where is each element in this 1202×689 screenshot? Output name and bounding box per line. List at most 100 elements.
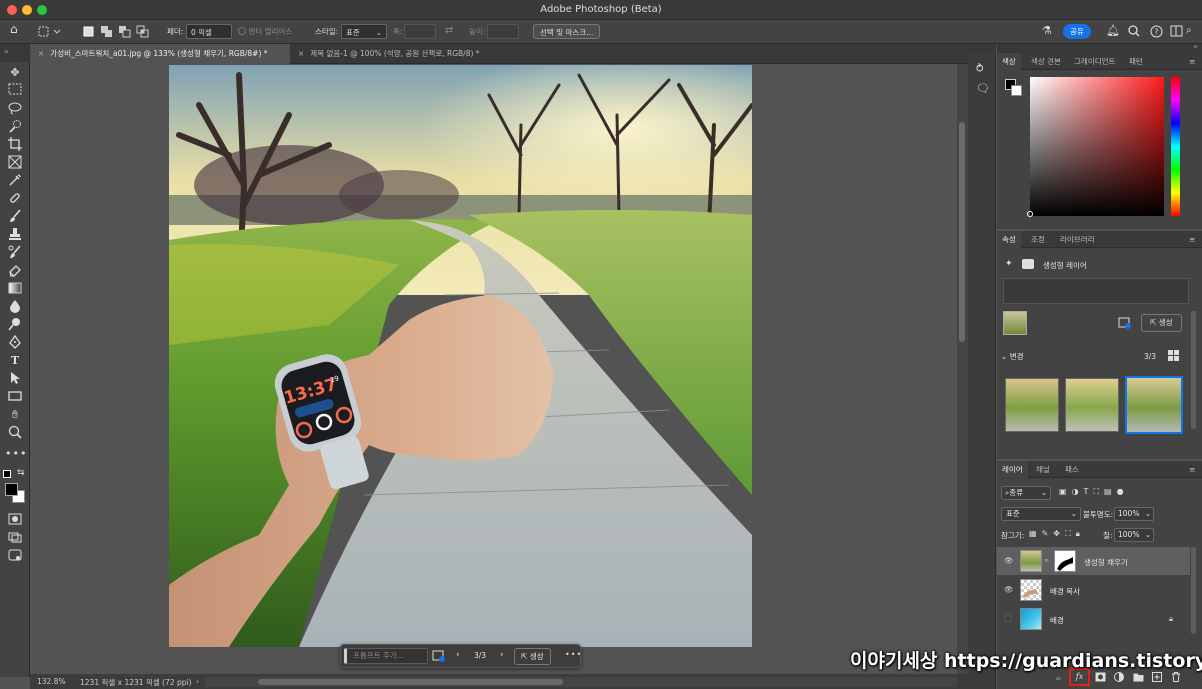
group-folder-icon[interactable]	[1133, 672, 1144, 684]
marquee-preset-picker[interactable]	[34, 24, 64, 39]
type-filter-icon[interactable]: T	[1084, 487, 1094, 496]
generate-preset-icon[interactable]	[432, 650, 446, 665]
flask-icon[interactable]: ⚗	[1042, 23, 1052, 38]
tab-document-2[interactable]: × 제목 없음-1 @ 100% (석양, 공원 산책로, RGB/8) *	[290, 44, 530, 64]
eyedropper-tool-icon[interactable]	[5, 173, 25, 189]
layer-row-generative-fill[interactable]: 👁︎ ∞ 생성형 채우기	[997, 547, 1190, 575]
lock-icon[interactable]: 🔒︎	[1169, 614, 1173, 624]
properties-scrollbar[interactable]	[1191, 311, 1196, 429]
tab-properties[interactable]: 속성	[997, 231, 1021, 248]
lock-icons[interactable]: ▦✎✥⛶🔒︎	[1029, 529, 1085, 539]
lock-artboard-icon[interactable]: ⛶	[1065, 529, 1076, 538]
history-panel-icon[interactable]: ⥁	[976, 62, 984, 75]
gradient-tool-icon[interactable]	[5, 281, 25, 297]
screen-mode-icon[interactable]	[5, 530, 25, 546]
tab-channels[interactable]: 채널	[1031, 461, 1055, 478]
move-tool-icon[interactable]: ✥	[5, 65, 25, 81]
horizontal-scroll-thumb[interactable]	[258, 679, 563, 685]
more-tools-icon[interactable]: •••	[5, 446, 26, 462]
more-options-icon[interactable]: •••	[565, 650, 582, 659]
history-brush-tool-icon[interactable]	[5, 245, 25, 261]
brush-tool-icon[interactable]	[5, 209, 25, 225]
eye-icon[interactable]: 👁︎	[1004, 585, 1014, 594]
rectangle-tool-icon[interactable]	[5, 389, 25, 405]
status-chevron-icon[interactable]: ›	[196, 677, 199, 686]
vertical-scrollbar[interactable]	[957, 64, 968, 676]
grid-view-icon[interactable]	[1168, 350, 1179, 363]
adjustment-layer-icon[interactable]	[1114, 672, 1124, 684]
previous-variation-icon[interactable]: ‹	[456, 650, 460, 660]
variation-thumb-1[interactable]	[1005, 378, 1059, 432]
collapse-toolbar-icon[interactable]: »	[4, 47, 9, 56]
hand-tool-icon[interactable]: ✋︎	[5, 407, 25, 423]
tab-layers[interactable]: 레이어	[997, 461, 1028, 478]
path-selection-tool-icon[interactable]	[5, 371, 25, 387]
default-colors-icon[interactable]	[3, 470, 11, 478]
panel-menu-icon[interactable]: ≡	[1184, 461, 1200, 478]
quick-selection-tool-icon[interactable]	[5, 119, 25, 135]
new-layer-icon[interactable]	[1152, 672, 1162, 684]
filter-toggle-icon[interactable]: ●	[1117, 487, 1129, 496]
tab-document-1[interactable]: × 가성비_스마트워치_a01.jpg @ 133% (생성형 채우기, RGB/…	[30, 44, 290, 64]
marquee-tool-icon[interactable]	[5, 83, 25, 99]
search-tool-icon[interactable]: ⌕	[1186, 23, 1192, 38]
select-and-mask-button[interactable]: 선택 및 마스크...	[533, 24, 601, 39]
frame-tool-icon[interactable]	[5, 155, 25, 171]
visibility-toggle[interactable]	[1004, 614, 1012, 622]
share-button[interactable]: 공유	[1063, 24, 1091, 39]
adjustment-filter-icon[interactable]: ◑	[1072, 487, 1084, 496]
subtract-selection-icon[interactable]	[118, 24, 132, 39]
zoom-tool-icon[interactable]	[5, 425, 25, 441]
lock-position-icon[interactable]: ✥	[1053, 529, 1065, 538]
variations-header[interactable]: ⌄ 변경	[1001, 351, 1024, 362]
workspace-icon[interactable]	[1170, 24, 1183, 39]
layer-name[interactable]: 배경 복사	[1050, 586, 1080, 597]
swap-dimensions-icon[interactable]: ⇄	[445, 23, 453, 38]
shape-filter-icon[interactable]: ⛶	[1093, 487, 1104, 496]
layer-row-background-copy[interactable]: 👁︎ 배경 복사	[997, 576, 1190, 604]
smart-object-filter-icon[interactable]: ▤	[1104, 487, 1117, 496]
add-mask-icon[interactable]	[1095, 672, 1106, 684]
width-input[interactable]	[404, 24, 436, 39]
layers-scrollbar[interactable]	[1191, 547, 1196, 634]
lock-transparent-icon[interactable]: ▦	[1029, 529, 1042, 538]
next-variation-icon[interactable]: ›	[500, 650, 504, 660]
layer-name[interactable]: 생성형 채우기	[1084, 557, 1128, 568]
close-tab-icon[interactable]: ×	[298, 49, 304, 58]
color-field[interactable]	[1030, 77, 1164, 216]
pixel-filter-icon[interactable]: ▣	[1059, 487, 1072, 496]
pen-tool-icon[interactable]	[5, 334, 25, 351]
filter-kind-select[interactable]: ⌕종류 ⌄	[1001, 486, 1051, 500]
hue-slider[interactable]	[1171, 77, 1180, 216]
antialias-checkbox[interactable]: 앤티 앨리어스	[238, 24, 292, 39]
style-select[interactable]: 표준 ⌄	[341, 24, 387, 39]
panel-menu-icon[interactable]: ≡	[1184, 231, 1200, 248]
fill-input[interactable]: 100% ⌄	[1114, 528, 1154, 542]
layer-filter-icons[interactable]: ▣◑T⛶▤●	[1059, 487, 1129, 497]
dodge-tool-icon[interactable]	[5, 317, 25, 333]
eye-icon[interactable]: 👁︎	[1004, 556, 1014, 565]
document-canvas[interactable]: 13:37 29	[169, 65, 752, 647]
eraser-tool-icon[interactable]	[5, 263, 25, 279]
panel-menu-icon[interactable]: ≡	[1184, 53, 1200, 70]
collapse-panels-icon[interactable]: «	[1193, 42, 1198, 51]
tab-swatches[interactable]: 색상 견본	[1026, 53, 1066, 70]
lock-pixels-icon[interactable]: ✎	[1042, 529, 1054, 538]
link-layers-icon[interactable]: ∞	[1055, 674, 1062, 683]
tab-color[interactable]: 색상	[997, 53, 1021, 70]
prompt-textarea[interactable]	[1003, 278, 1189, 304]
layer-row-background[interactable]: 배경 🔒︎	[997, 605, 1190, 633]
search-icon[interactable]	[1128, 24, 1140, 39]
vertical-scroll-thumb[interactable]	[959, 122, 965, 342]
tab-patterns[interactable]: 패턴	[1124, 53, 1148, 70]
tab-adjustments[interactable]: 조정	[1026, 231, 1050, 248]
tab-paths[interactable]: 패스	[1060, 461, 1084, 478]
blend-mode-select[interactable]: 표준 ⌄	[1001, 507, 1081, 521]
foreground-color-swatch[interactable]	[5, 483, 18, 496]
layer-name[interactable]: 배경	[1050, 615, 1064, 626]
canvas-area[interactable]: 13:37 29	[30, 64, 957, 674]
generate-preset-icon[interactable]	[1118, 317, 1132, 332]
comments-panel-icon[interactable]: 🗨︎	[976, 82, 990, 95]
properties-generate-button[interactable]: ⇱ 생성	[1141, 314, 1182, 332]
height-input[interactable]	[487, 24, 519, 39]
